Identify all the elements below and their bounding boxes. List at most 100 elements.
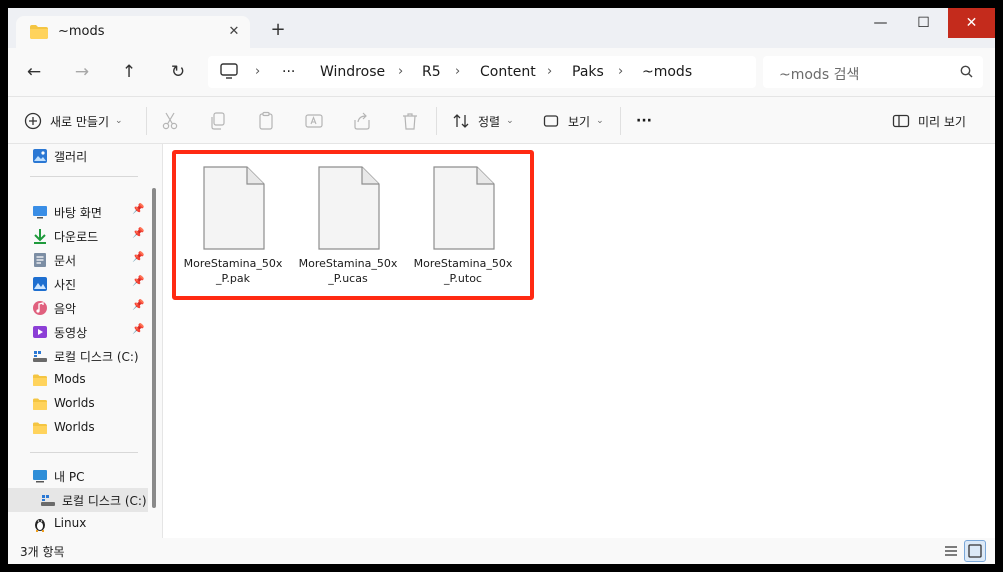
refresh-button[interactable]: ↻	[166, 62, 190, 82]
sidebar-item-local-disk-selected[interactable]: 로컬 디스크 (C:)	[8, 488, 148, 512]
chevron-down-icon: ⌄	[506, 116, 514, 126]
sidebar-item-label: 로컬 디스크 (C:)	[62, 494, 147, 508]
view-label: 보기	[568, 114, 591, 129]
pictures-icon	[33, 277, 47, 291]
download-icon	[34, 229, 46, 244]
up-button[interactable]: ↑	[117, 62, 141, 82]
more-options-button[interactable]: ···	[636, 109, 652, 133]
sidebar-item-label: 다운로드	[54, 230, 99, 244]
address-bar[interactable]: › ··· Windrose › R5 › Content › Paks › ~…	[208, 56, 756, 88]
sidebar-item-downloads[interactable]: 다운로드 📌	[8, 224, 148, 248]
divider	[436, 107, 437, 135]
tab-mods[interactable]: ~mods ✕	[16, 16, 250, 48]
command-bar: 새로 만들기 ⌄ 정렬 ⌄ 보기 ⌄ ··· 미리 보기	[8, 96, 995, 144]
preview-label: 미리 보기	[918, 114, 966, 129]
sidebar-item-worlds[interactable]: Worlds	[8, 392, 148, 416]
sort-label: 정렬	[478, 114, 501, 129]
chevron-right-icon: ›	[547, 64, 553, 79]
chevron-down-icon: ⌄	[115, 116, 123, 126]
sidebar-item-documents[interactable]: 문서 📌	[8, 248, 148, 272]
file-list: MoreStamina_50x_P.pak MoreStamina_50x_P.…	[163, 144, 995, 538]
divider	[620, 107, 621, 135]
drive-icon	[41, 495, 55, 506]
status-bar: 3개 항목	[8, 538, 995, 564]
pin-icon: 📌	[132, 300, 145, 311]
desktop-icon	[33, 206, 47, 219]
close-button[interactable]: ✕	[948, 8, 995, 38]
chevron-right-icon: ›	[255, 64, 261, 79]
sidebar-item-this-pc[interactable]: 내 PC	[8, 464, 148, 488]
navigation-pane: 갤러리 바탕 화면 📌 다운로드 📌 문서 📌 사진 📌 음악 📌 동영상 📌 …	[8, 144, 160, 538]
preview-pane-icon	[892, 114, 910, 128]
sidebar-item-mods[interactable]: Mods	[8, 368, 148, 392]
search-placeholder: ~mods 검색	[779, 67, 860, 83]
preview-pane-button[interactable]: 미리 보기	[892, 109, 966, 133]
copy-icon[interactable]	[208, 111, 228, 131]
sidebar-item-pictures[interactable]: 사진 📌	[8, 272, 148, 296]
breadcrumb-more[interactable]: ···	[282, 64, 295, 80]
breadcrumb-paks[interactable]: Paks	[572, 64, 604, 80]
forward-button[interactable]: →	[70, 62, 94, 82]
rename-icon[interactable]	[304, 111, 324, 131]
tab-title: ~mods	[58, 24, 105, 39]
divider	[30, 452, 138, 453]
breadcrumb-r5[interactable]: R5	[422, 64, 441, 80]
view-button[interactable]: 보기 ⌄	[542, 109, 604, 133]
sidebar-item-label: 바탕 화면	[54, 206, 102, 220]
details-view-icon[interactable]	[940, 540, 962, 562]
linux-penguin-icon	[35, 519, 45, 532]
search-box[interactable]: ~mods 검색	[763, 56, 983, 88]
back-button[interactable]: ←	[22, 62, 46, 82]
sidebar-item-label: Worlds	[54, 420, 95, 434]
chevron-right-icon: ›	[455, 64, 461, 79]
video-icon	[33, 326, 47, 338]
sidebar-item-label: 내 PC	[54, 470, 85, 484]
divider	[30, 176, 138, 177]
sidebar-item-desktop[interactable]: 바탕 화면 📌	[8, 200, 148, 224]
sidebar-item-label: Linux	[54, 516, 87, 530]
pin-icon: 📌	[132, 252, 145, 263]
breadcrumb-windrose[interactable]: Windrose	[320, 64, 385, 80]
breadcrumb-content[interactable]: Content	[480, 64, 536, 80]
delete-icon[interactable]	[400, 111, 420, 131]
monitor-icon	[220, 63, 238, 79]
sidebar-item-label: 사진	[54, 278, 77, 292]
title-bar: ~mods ✕ + — ☐ ✕	[8, 8, 995, 48]
pin-icon: 📌	[132, 276, 145, 287]
tab-close-icon[interactable]: ✕	[224, 22, 244, 42]
large-icons-view-button[interactable]	[964, 540, 986, 562]
folder-icon	[33, 374, 47, 386]
sidebar-item-worlds-2[interactable]: Worlds	[8, 416, 148, 440]
sidebar-item-music[interactable]: 음악 📌	[8, 296, 148, 320]
breadcrumb-mods[interactable]: ~mods	[642, 64, 692, 80]
sidebar-item-label: 갤러리	[54, 150, 88, 164]
search-icon[interactable]	[960, 65, 973, 78]
sidebar-item-label: Worlds	[54, 396, 95, 410]
sidebar-item-linux[interactable]: Linux	[8, 512, 148, 536]
sidebar-scrollbar[interactable]	[152, 188, 156, 508]
cut-icon[interactable]	[160, 111, 180, 131]
sort-icon	[453, 114, 469, 128]
maximize-button[interactable]: ☐	[902, 8, 945, 38]
sidebar-item-label: 로컬 디스크 (C:)	[54, 350, 139, 364]
sidebar-item-videos[interactable]: 동영상 📌	[8, 320, 148, 344]
paste-icon[interactable]	[256, 111, 276, 131]
item-count: 3개 항목	[20, 545, 65, 559]
sidebar-item-label: Mods	[54, 372, 86, 386]
chevron-right-icon: ›	[618, 64, 624, 79]
new-button[interactable]: 새로 만들기 ⌄	[24, 109, 123, 133]
folder-icon	[33, 422, 47, 434]
computer-icon	[33, 470, 47, 483]
new-tab-button[interactable]: +	[268, 20, 288, 40]
share-icon[interactable]	[352, 111, 372, 131]
chevron-right-icon: ›	[398, 64, 404, 79]
sidebar-item-gallery[interactable]: 갤러리	[8, 144, 148, 168]
chevron-down-icon: ⌄	[596, 116, 604, 126]
minimize-button[interactable]: —	[859, 8, 902, 38]
drive-icon	[33, 351, 47, 362]
gallery-icon	[33, 149, 47, 163]
plus-circle-icon	[24, 112, 42, 130]
sort-button[interactable]: 정렬 ⌄	[452, 109, 514, 133]
sidebar-item-local-disk[interactable]: 로컬 디스크 (C:)	[8, 344, 148, 368]
tiles-view-icon	[968, 544, 982, 558]
